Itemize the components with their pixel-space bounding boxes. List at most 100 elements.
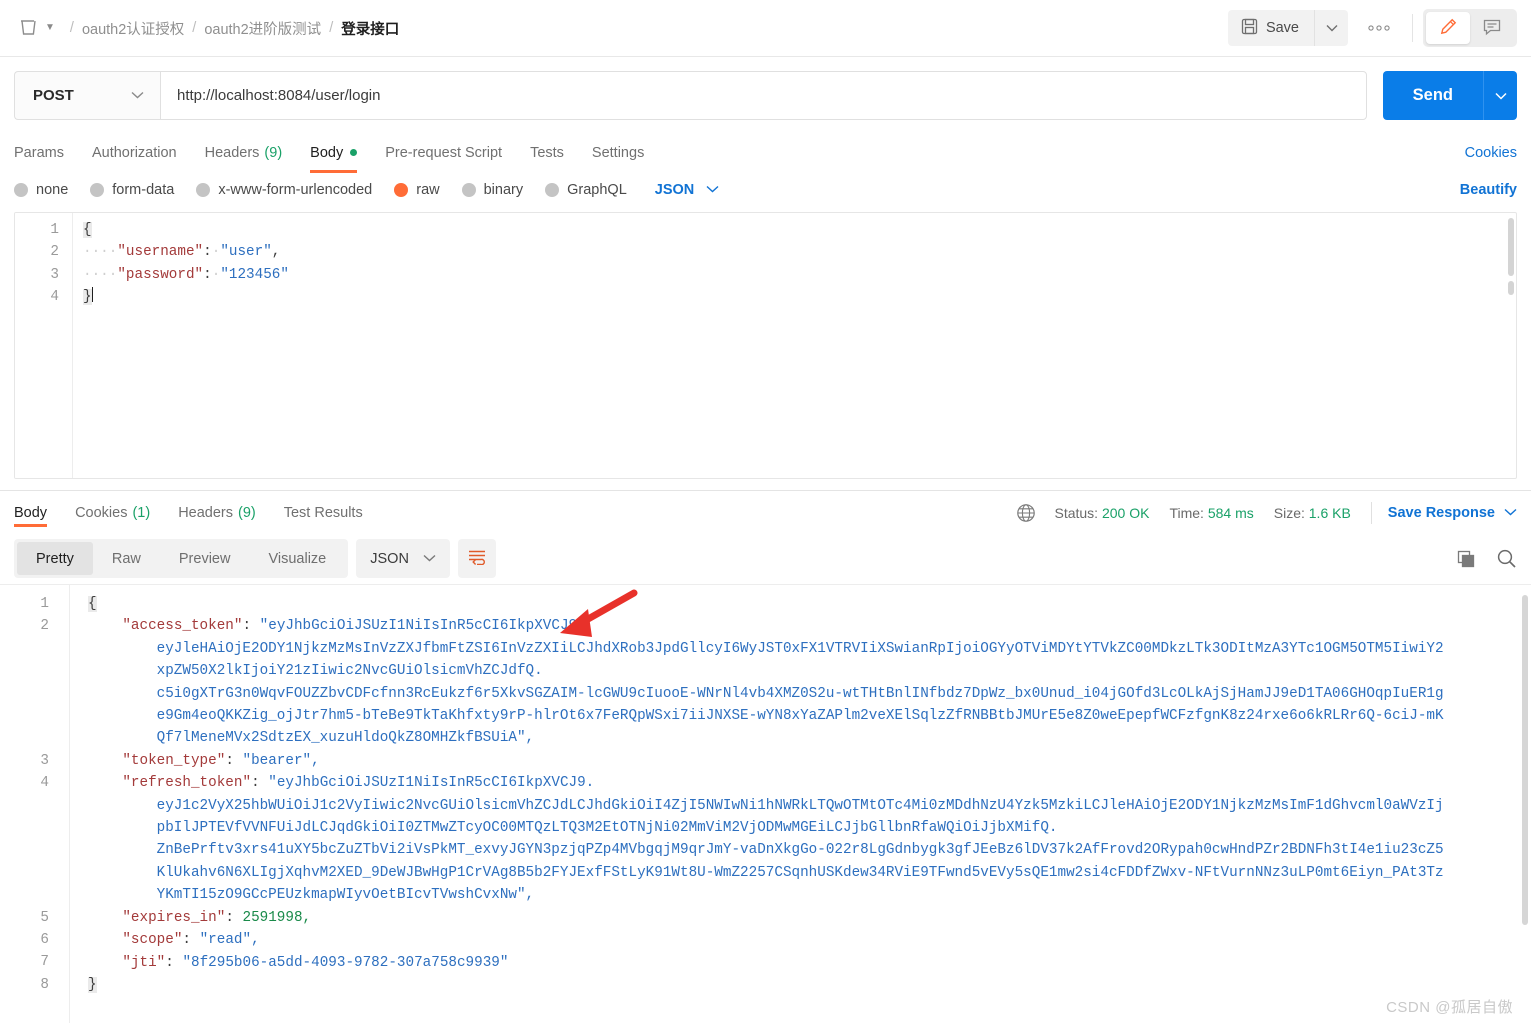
response-tools-right (1456, 548, 1517, 569)
json-open-brace: { (83, 222, 92, 238)
body-type-graphql[interactable]: GraphQL (545, 182, 627, 198)
tab-pre-request-script[interactable]: Pre-request Script (371, 132, 516, 173)
chevron-down-icon (423, 553, 436, 565)
response-view-raw[interactable]: Raw (93, 542, 160, 575)
meta-divider (1370, 502, 1372, 524)
line-number: 1 (40, 596, 49, 612)
tab-label: Tests (530, 144, 564, 161)
editor-scrollbar-thumb-bottom[interactable] (1508, 281, 1514, 295)
body-type-urlencoded[interactable]: x-www-form-urlencoded (196, 182, 372, 198)
request-url-row: POST http://localhost:8084/user/login Se… (0, 57, 1531, 132)
chevron-down-icon (706, 184, 719, 196)
response-view-preview[interactable]: Preview (160, 542, 250, 575)
radio-icon (545, 183, 560, 197)
request-body-editor[interactable]: 1 2 3 4 { ····"username":·"user", ····"p… (14, 212, 1517, 479)
http-method-label: POST (33, 87, 74, 104)
response-tab-test-results[interactable]: Test Results (270, 491, 377, 535)
save-options-button[interactable] (1314, 10, 1348, 46)
search-icon[interactable] (1496, 548, 1517, 569)
json-colon: : (242, 618, 260, 635)
cookies-link[interactable]: Cookies (1465, 145, 1517, 161)
tab-params[interactable]: Params (14, 132, 78, 173)
radio-icon (196, 183, 211, 197)
request-body-code[interactable]: { ····"username":·"user", ····"password"… (73, 213, 1516, 478)
json-value-line: c5i0gXTrG3n0WqvFOUZZbvCDFcfnn3RcEukzf6r5… (156, 685, 1444, 702)
json-close-brace: } (88, 976, 97, 993)
top-bar: ▼ / oauth2认证授权 / oauth2进阶版测试 / 登录接口 Save (0, 0, 1531, 57)
save-response-button[interactable]: Save Response (1388, 505, 1517, 521)
view-mode-group (1423, 9, 1517, 47)
http-method-select[interactable]: POST (14, 71, 160, 120)
word-wrap-toggle[interactable] (457, 539, 496, 578)
body-type-form-data[interactable]: form-data (90, 182, 174, 198)
json-value-line: xpZW50X2lkIjoiY21zIiwic2NvcGUiOlsicmVhZC… (156, 663, 543, 680)
body-type-label: none (36, 182, 69, 198)
tab-tests[interactable]: Tests (516, 132, 578, 173)
tab-label: Headers (204, 144, 260, 161)
time-value: 584 ms (1207, 505, 1254, 521)
json-colon: : (203, 244, 212, 261)
response-tab-headers[interactable]: Headers (9) (164, 491, 270, 535)
json-value-jti: "8f295b06-a5dd-4093-9782-307a758c9939" (182, 954, 509, 971)
breadcrumb-item-folder[interactable]: oauth2进阶版测试 (204, 18, 321, 39)
collection-icon[interactable] (18, 18, 40, 38)
status-label: Status: (1054, 505, 1099, 521)
response-json-code[interactable]: { "access_token": "eyJhbGciOiJSUzI1NiIsI… (70, 585, 1531, 1023)
tab-body[interactable]: Body (296, 132, 371, 173)
body-type-label: form-data (112, 182, 175, 198)
response-body-format-label: JSON (370, 550, 409, 567)
request-tabs: Params Authorization Headers (9) Body Pr… (0, 132, 1531, 173)
line-number: 1 (50, 222, 59, 238)
body-type-binary[interactable]: binary (461, 182, 523, 198)
send-button[interactable]: Send (1382, 71, 1483, 120)
copy-icon[interactable] (1456, 549, 1476, 569)
comment-button[interactable] (1470, 12, 1514, 44)
response-view-visualize[interactable]: Visualize (249, 542, 345, 575)
response-body-format-select[interactable]: JSON (356, 539, 450, 578)
response-tab-cookies[interactable]: Cookies (1) (61, 491, 164, 535)
json-value-expires-in: 2591998, (242, 909, 312, 926)
tab-label: Body (310, 144, 344, 161)
body-type-none[interactable]: none (14, 182, 68, 198)
json-value-line: YKmTI15zO9GCcPEUzkmapWIyvOetBIcvTVwshCvx… (156, 887, 535, 904)
json-value-line: eyJ1c2VyX25hbWUiOiJ1c2VyIiwic2NvcGUiOlsi… (156, 797, 1444, 814)
json-key-text: scope (130, 932, 174, 949)
size-badge: Size: 1.6 KB (1274, 505, 1351, 521)
chevron-down-icon[interactable]: ▼ (45, 23, 55, 33)
more-actions-button[interactable] (1356, 10, 1402, 46)
response-body-viewer[interactable]: 1 2 3 4 5 6 7 8 { "access_token": "eyJhb… (0, 584, 1531, 1023)
line-number: 3 (40, 752, 49, 769)
response-tab-body[interactable]: Body (14, 491, 61, 535)
tab-count: (9) (238, 505, 256, 521)
response-view-pretty[interactable]: Pretty (17, 542, 93, 575)
json-key-text: token_type (130, 752, 217, 769)
response-meta: Status: 200 OK Time: 584 ms Size: 1.6 KB… (1016, 502, 1517, 524)
globe-icon[interactable] (1016, 503, 1036, 523)
beautify-button[interactable]: Beautify (1460, 182, 1517, 198)
watermark: CSDN @孤居自傲 (1386, 999, 1513, 1016)
breadcrumb-item-collection[interactable]: oauth2认证授权 (82, 18, 184, 39)
json-key-expires-in: "expires_in" (122, 909, 226, 926)
response-scrollbar-thumb[interactable] (1522, 595, 1528, 925)
json-key-token-type: "token_type" (122, 752, 226, 769)
request-url-value: http://localhost:8084/user/login (177, 87, 381, 104)
request-gutter: 1 2 3 4 (15, 213, 73, 478)
status-badge: Status: 200 OK (1054, 505, 1149, 521)
breadcrumb-separator: / (329, 20, 334, 36)
tab-count: (9) (264, 144, 283, 161)
body-type-row: none form-data x-www-form-urlencoded raw… (0, 173, 1531, 206)
edit-mode-button[interactable] (1426, 12, 1470, 44)
chevron-down-icon (1504, 507, 1517, 519)
tab-headers[interactable]: Headers (9) (191, 132, 297, 173)
json-key-text: expires_in (130, 909, 217, 926)
body-type-raw[interactable]: raw (394, 182, 440, 198)
radio-icon (14, 183, 28, 197)
tab-authorization[interactable]: Authorization (78, 132, 191, 173)
indent-guide: ···· (83, 266, 118, 283)
raw-format-select[interactable]: JSON (655, 182, 720, 198)
editor-scrollbar-thumb-top[interactable] (1508, 218, 1514, 276)
send-options-button[interactable] (1483, 71, 1517, 120)
tab-settings[interactable]: Settings (578, 132, 658, 173)
request-url-input[interactable]: http://localhost:8084/user/login (160, 71, 1367, 120)
save-button[interactable]: Save (1227, 10, 1314, 46)
